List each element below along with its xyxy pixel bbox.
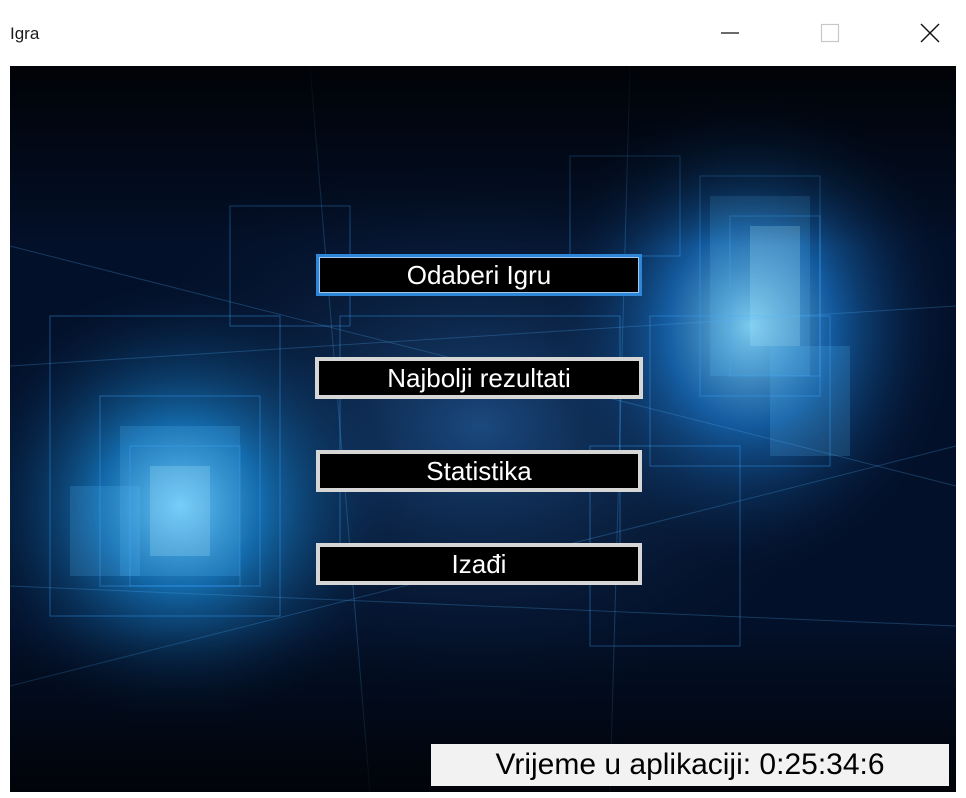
close-icon (919, 22, 941, 44)
best-results-button[interactable]: Najbolji rezultati (315, 357, 643, 399)
statistics-button[interactable]: Statistika (316, 450, 642, 492)
window-title: Igra (10, 24, 40, 43)
app-time-label: Vrijeme u aplikaciji: 0:25:34:6 (431, 744, 949, 786)
close-button[interactable] (897, 0, 963, 66)
game-menu-panel: Odaberi Igru Najbolji rezultati Statisti… (10, 66, 956, 792)
minimize-icon (719, 22, 741, 44)
select-game-button[interactable]: Odaberi Igru (316, 254, 642, 296)
title-bar[interactable]: Igra (0, 0, 966, 66)
maximize-icon (819, 22, 841, 44)
maximize-button[interactable] (797, 0, 863, 66)
background-image (10, 66, 956, 792)
exit-button[interactable]: Izađi (316, 543, 642, 585)
minimize-button[interactable] (697, 0, 763, 66)
app-window: Igra Odaberi Igru Najbolji rezultati Sta… (0, 0, 966, 798)
